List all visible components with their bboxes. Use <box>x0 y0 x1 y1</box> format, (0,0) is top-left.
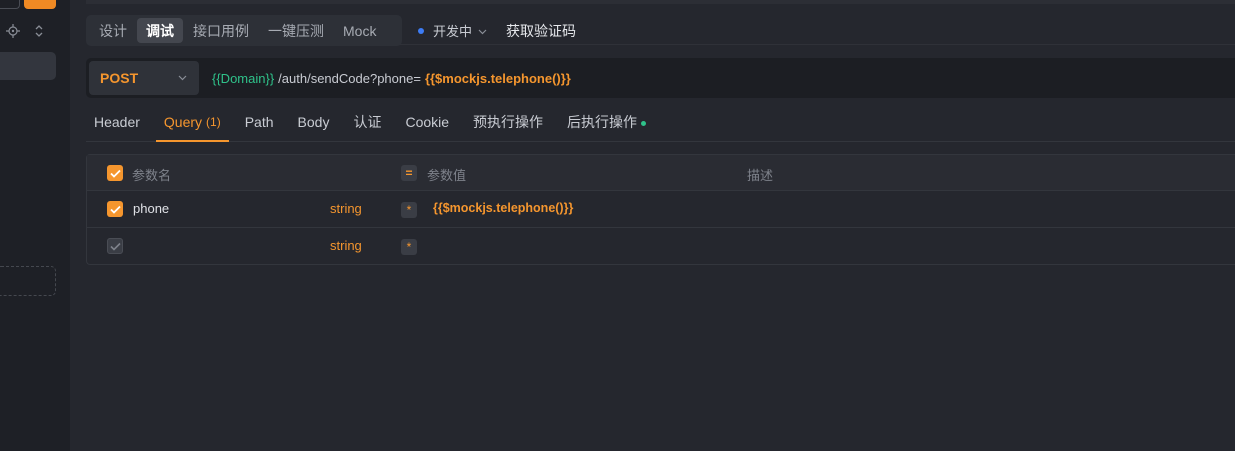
select-all-checkbox[interactable] <box>107 165 123 181</box>
table-row: string * <box>87 228 1235 265</box>
sidebar-selected-item[interactable] <box>0 52 56 80</box>
header-divider <box>400 44 1235 45</box>
tab-label: 认证 <box>353 113 382 130</box>
sidebar <box>0 0 70 451</box>
tab-path[interactable]: Path <box>237 102 282 141</box>
tab-cookie[interactable]: Cookie <box>397 102 457 141</box>
tab-label: Query <box>163 113 203 130</box>
header-description: 描述 <box>747 168 774 183</box>
tab-label: Header <box>94 113 140 130</box>
tab-api-cases[interactable]: 接口用例 <box>184 18 258 43</box>
url-env-variable: {{Domain}} <box>212 70 275 86</box>
row-enabled-checkbox[interactable] <box>107 238 123 254</box>
request-tabs: Header Query (1) Path Body 认证 Cookie 预执行操… <box>86 103 1235 142</box>
tab-auth[interactable]: 认证 <box>345 102 389 141</box>
method-label: POST <box>100 70 139 86</box>
tab-header[interactable]: Header <box>86 102 148 141</box>
sidebar-new-button[interactable] <box>24 0 56 9</box>
tab-label: Body <box>297 113 330 130</box>
tab-design[interactable]: 设计 <box>90 18 136 43</box>
tab-label: Cookie <box>405 113 450 130</box>
chevron-down-icon <box>178 73 187 84</box>
tab-post-script[interactable]: 后执行操作 <box>559 102 654 141</box>
param-type-select[interactable]: string <box>330 238 362 253</box>
header-param-value: 参数值 <box>427 168 467 183</box>
sidebar-top-box[interactable] <box>0 0 20 9</box>
tab-query[interactable]: Query (1) <box>155 102 229 142</box>
chevron-down-icon <box>478 23 487 38</box>
required-icon[interactable]: * <box>401 202 417 218</box>
table-row: phone string * {{$mockjs.telephone()}} <box>87 191 1235 228</box>
mode-tabs: 设计 调试 接口用例 一键压测 Mock <box>86 15 402 46</box>
tab-body[interactable]: Body <box>290 102 338 141</box>
param-type-select[interactable]: string <box>330 201 362 216</box>
tab-debug[interactable]: 调试 <box>137 18 183 43</box>
tab-mock[interactable]: Mock <box>334 18 385 43</box>
top-strip <box>86 0 1235 4</box>
tab-label: 后执行操作 <box>567 113 638 130</box>
environment-label: 开发中 <box>433 24 473 39</box>
method-select[interactable]: POST <box>89 61 199 95</box>
tab-count-badge: (1) <box>206 114 221 129</box>
url-bar: POST {{Domain}} /auth/sendCode?phone= {{… <box>86 58 1235 98</box>
row-enabled-checkbox[interactable] <box>107 201 123 217</box>
url-input[interactable]: {{Domain}} /auth/sendCode?phone= {{$mock… <box>212 71 571 86</box>
equals-icon[interactable]: = <box>401 165 417 181</box>
tab-label: 预执行操作 <box>473 113 544 130</box>
table-header-row: 参数名 = 参数值 描述 <box>87 155 1235 191</box>
tab-label: Path <box>244 113 274 130</box>
environment-select[interactable]: 开发中 <box>418 15 487 46</box>
header-param-name: 参数名 <box>132 168 172 183</box>
url-path: /auth/sendCode?phone= <box>278 70 421 86</box>
sidebar-drop-zone[interactable] <box>0 266 56 296</box>
locate-icon[interactable] <box>6 24 20 38</box>
required-icon[interactable]: * <box>401 239 417 255</box>
param-name-input[interactable]: phone <box>133 201 169 216</box>
environment-status-dot <box>418 27 424 34</box>
params-table: 参数名 = 参数值 描述 phone string * {{$mockjs.te… <box>86 154 1235 265</box>
main-panel: 设计 调试 接口用例 一键压测 Mock 开发中 获取验证码 POST {{Do… <box>70 0 1235 451</box>
expand-collapse-icon[interactable] <box>33 24 47 38</box>
param-value-input[interactable]: {{$mockjs.telephone()}} <box>433 201 573 215</box>
tab-stress-test[interactable]: 一键压测 <box>259 18 333 43</box>
url-mock-variable: {{$mockjs.telephone()}} <box>424 70 571 86</box>
tab-pre-script[interactable]: 预执行操作 <box>465 102 551 141</box>
status-dot <box>641 120 647 126</box>
api-title[interactable]: 获取验证码 <box>506 15 576 46</box>
